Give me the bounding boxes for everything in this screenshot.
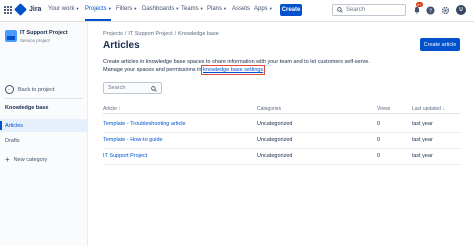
nav-label: Plans [207, 6, 223, 12]
row-divider [103, 164, 460, 165]
breadcrumb-separator: / [174, 31, 177, 37]
breadcrumb-projects[interactable]: Projects [103, 31, 123, 37]
description-line-2: Manage your spaces and permissions in kn… [103, 65, 266, 75]
article-link[interactable]: Template - Troubleshooting article [103, 121, 186, 127]
logo-text: Jira [29, 6, 42, 13]
nav-label: Projects [85, 6, 107, 12]
nav-plans[interactable]: Plans▼ [207, 6, 227, 12]
article-updated: last year [412, 137, 433, 143]
description-line-1: Create articles in knowledge base spaces… [103, 59, 370, 65]
sidebar-divider [5, 98, 83, 99]
back-to-project-link[interactable]: ← Back to project [5, 85, 54, 94]
jira-logo[interactable]: Jira [14, 3, 42, 16]
new-category-button[interactable]: + New category [5, 156, 47, 164]
svg-text:?: ? [429, 8, 432, 14]
article-link[interactable]: IT Support Project [103, 153, 147, 159]
article-category: Uncategorized [257, 137, 293, 143]
nav-label: Apps [254, 6, 268, 12]
article-views: 0 [377, 121, 381, 127]
article-views: 0 [377, 153, 381, 159]
column-header-last-updated[interactable]: Last updated ↓ [412, 106, 445, 112]
article-views: 0 [377, 137, 381, 143]
new-category-label: New category [13, 157, 48, 163]
jira-logo-icon [14, 3, 27, 16]
create-button[interactable]: Create [280, 4, 302, 16]
nav-label: Teams [181, 6, 199, 12]
breadcrumb-knowledge-base[interactable]: Knowledge base [178, 31, 219, 37]
chevron-down-icon: ▼ [75, 6, 80, 11]
create-article-button[interactable]: Create article [420, 38, 460, 51]
nav-dashboards[interactable]: Dashboards▼ [142, 6, 179, 12]
column-header-categories: Categories [257, 106, 282, 112]
nav-projects[interactable]: Projects▼ [85, 6, 112, 12]
chevron-down-icon: ▼ [175, 6, 180, 11]
sidebar-item-articles[interactable]: Articles [0, 119, 87, 132]
article-search-input[interactable]: Search [103, 82, 162, 94]
nav-label: Your work [48, 6, 75, 12]
article-updated: last year [412, 121, 433, 127]
row-divider [103, 148, 460, 149]
plus-icon: + [5, 155, 10, 164]
nav-label: Assets [232, 6, 251, 12]
global-search-input[interactable]: Search [332, 4, 406, 16]
column-label: Last updated [412, 106, 441, 112]
search-icon [151, 86, 157, 92]
arrow-left-icon: ← [5, 85, 14, 94]
nav-assets[interactable]: Assets [232, 6, 250, 12]
nav-apps[interactable]: Apps▼ [254, 6, 273, 12]
chevron-down-icon: ▼ [199, 6, 204, 11]
sidebar-item-label: Articles [5, 122, 24, 129]
column-header-views: Views [377, 106, 391, 112]
project-avatar [5, 30, 17, 42]
article-updated: last year [412, 153, 433, 159]
sort-arrow-icon: ↓ [440, 106, 445, 112]
help-icon[interactable]: ? [425, 5, 435, 15]
description-prefix: Manage your spaces and permissions in [103, 67, 203, 73]
article-category: Uncategorized [257, 121, 293, 127]
project-name[interactable]: IT Support Project [20, 30, 68, 36]
nav-your-work[interactable]: Your work▼ [48, 6, 79, 12]
page-title: Articles [103, 40, 140, 51]
chevron-down-icon: ▼ [268, 6, 273, 11]
knowledge-base-settings-link[interactable]: knowledge base settings [200, 65, 266, 75]
user-avatar[interactable]: U [456, 5, 466, 15]
article-category: Uncategorized [257, 153, 293, 159]
sidebar: IT Support Project Service project ← Bac… [0, 23, 88, 246]
sort-arrow-icon: ↑ [116, 106, 121, 112]
top-navigation: Jira Your work▼ Projects▼ Filters▼ Dashb… [0, 0, 474, 22]
search-placeholder: Search [108, 85, 126, 91]
column-label: Article [103, 106, 117, 112]
description-suffix: . [263, 67, 265, 73]
nav-label: Dashboards [142, 6, 175, 12]
nav-teams[interactable]: Teams▼ [181, 6, 204, 12]
active-nav-indicator [85, 19, 111, 21]
sidebar-section-title: Knowledge base [5, 105, 49, 111]
breadcrumb-separator: / [124, 31, 127, 37]
notification-badge: 9+ [416, 2, 423, 7]
app-switcher-icon[interactable] [4, 6, 12, 14]
chevron-down-icon: ▼ [223, 6, 227, 11]
search-icon [337, 7, 343, 13]
settings-gear-icon[interactable] [440, 5, 450, 15]
row-divider [103, 132, 460, 133]
search-placeholder: Search [346, 7, 366, 13]
nav-label: Filters [116, 6, 133, 12]
chevron-down-icon: ▼ [133, 6, 138, 11]
chevron-down-icon: ▼ [107, 6, 112, 11]
nav-filters[interactable]: Filters▼ [116, 6, 137, 12]
breadcrumb-project[interactable]: IT Support Project [128, 31, 172, 37]
project-type: Service project [20, 38, 50, 43]
sidebar-item-drafts[interactable]: Drafts [0, 134, 87, 147]
sidebar-item-label: Drafts [5, 137, 20, 144]
table-header-divider [103, 113, 460, 114]
column-header-article[interactable]: Article ↑ [103, 106, 121, 112]
back-to-project-label: Back to project [18, 86, 55, 93]
article-link[interactable]: Template - How-to guide [103, 137, 163, 143]
breadcrumb: Projects / IT Support Project / Knowledge ba… [103, 31, 219, 37]
